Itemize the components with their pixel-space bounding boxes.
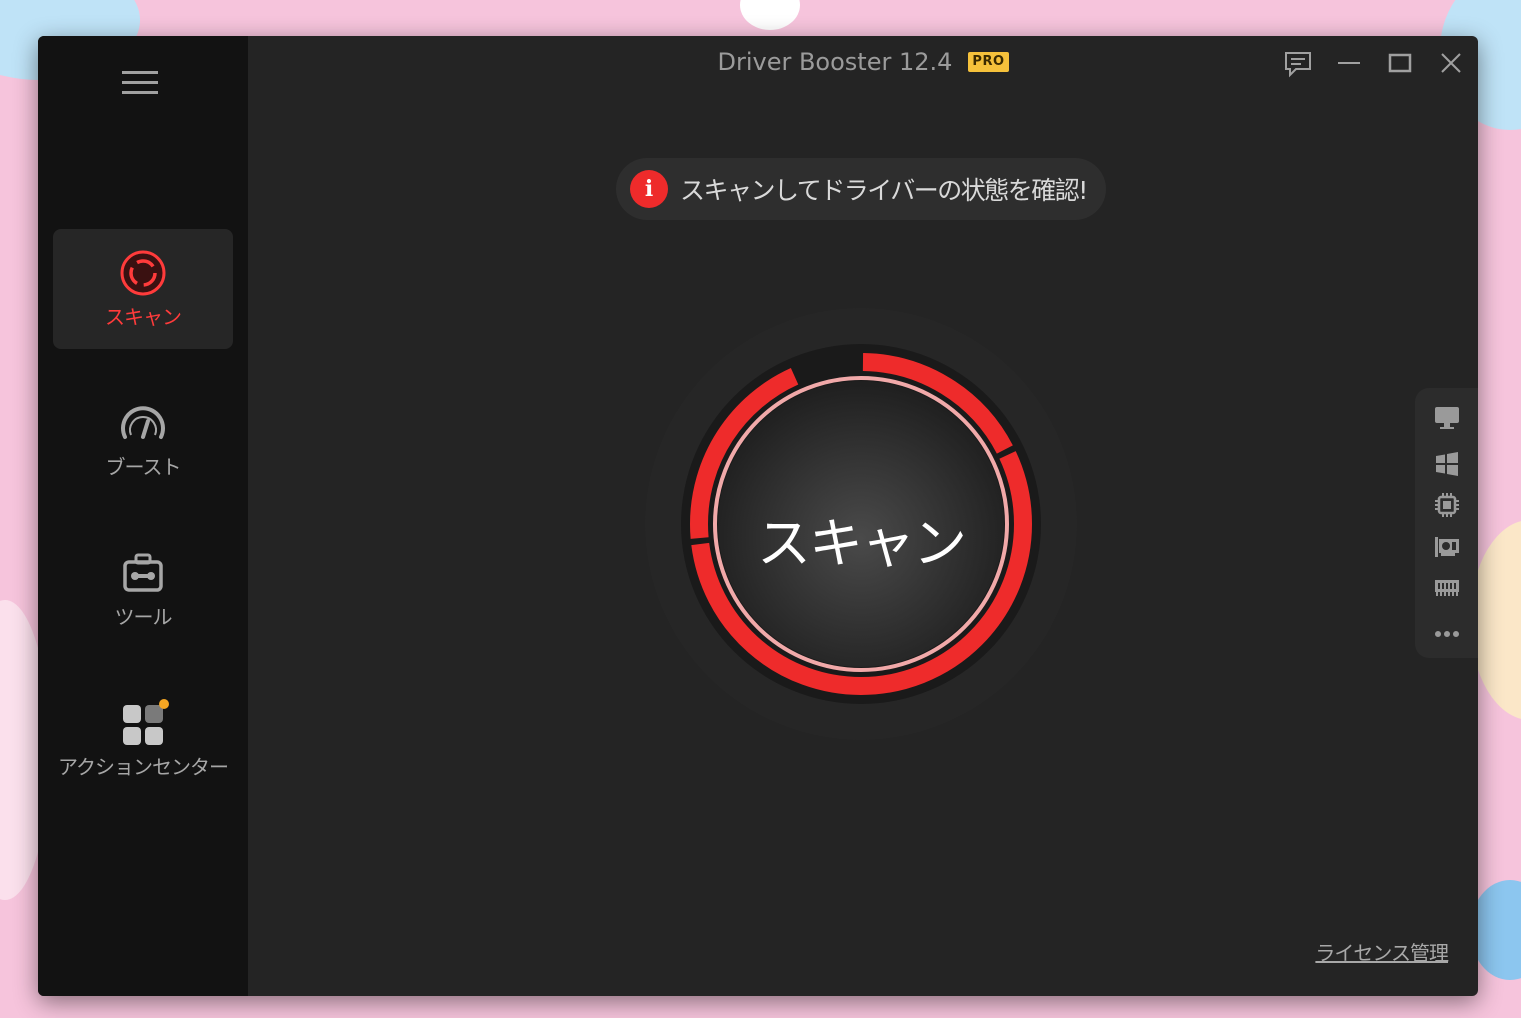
sidebar-item-label: ツール xyxy=(114,604,173,629)
sidebar-item-label: アクションセンター xyxy=(58,754,229,779)
monitor-button[interactable] xyxy=(1433,404,1461,432)
cpu-button[interactable] xyxy=(1433,491,1461,519)
windows-button[interactable] xyxy=(1433,450,1461,478)
sidebar-item-tools[interactable]: ツール xyxy=(53,529,233,649)
speedometer-icon xyxy=(119,399,167,447)
maximize-icon xyxy=(1388,53,1412,73)
maximize-button[interactable] xyxy=(1385,50,1415,78)
feedback-button[interactable] xyxy=(1283,50,1313,78)
sidebar-item-boost[interactable]: ブースト xyxy=(53,379,233,499)
info-icon: i xyxy=(630,170,668,208)
pro-badge: PRO xyxy=(968,52,1009,72)
sidebar-item-label: ブースト xyxy=(105,454,182,479)
more-icon xyxy=(1435,631,1459,637)
sidebar: スキャン ブースト ツール アクションセンター xyxy=(38,36,248,996)
minimize-button[interactable] xyxy=(1334,50,1364,78)
scan-icon xyxy=(119,249,167,297)
title-bar: Driver Booster 12.4 PRO xyxy=(38,48,1478,76)
license-management-link[interactable]: ライセンス管理 xyxy=(1315,937,1449,966)
memory-icon xyxy=(1435,580,1459,596)
scan-button[interactable]: スキャン xyxy=(638,301,1084,747)
minimize-icon xyxy=(1338,62,1360,64)
notice-text: スキャンしてドライバーの状態を確認! xyxy=(680,176,1088,205)
toolbox-icon xyxy=(119,549,167,597)
app-window: スキャン ブースト ツール アクションセンター Driver Booster 1… xyxy=(38,36,1478,996)
scan-ring-graphic xyxy=(645,308,1077,740)
sidebar-item-label: スキャン xyxy=(105,304,182,329)
apps-grid-icon xyxy=(119,698,169,747)
scan-notice: i スキャンしてドライバーの状態を確認! xyxy=(616,158,1106,220)
wallpaper-blob xyxy=(740,0,800,30)
close-button[interactable] xyxy=(1436,50,1466,78)
sidebar-item-scan[interactable]: スキャン xyxy=(53,229,233,349)
memory-button[interactable] xyxy=(1433,573,1461,601)
hardware-info-toolbar xyxy=(1415,388,1478,658)
notification-dot xyxy=(159,698,169,709)
app-title: Driver Booster 12.4 xyxy=(717,48,953,76)
sidebar-item-action-center[interactable]: アクションセンター xyxy=(53,679,233,799)
windows-icon xyxy=(1436,452,1458,476)
graphics-card-button[interactable] xyxy=(1433,532,1461,560)
more-button[interactable] xyxy=(1433,620,1461,648)
cpu-icon xyxy=(1435,493,1459,517)
close-icon xyxy=(1441,53,1461,73)
graphics-card-icon xyxy=(1435,537,1459,557)
feedback-icon xyxy=(1285,52,1311,78)
monitor-icon xyxy=(1435,407,1459,429)
